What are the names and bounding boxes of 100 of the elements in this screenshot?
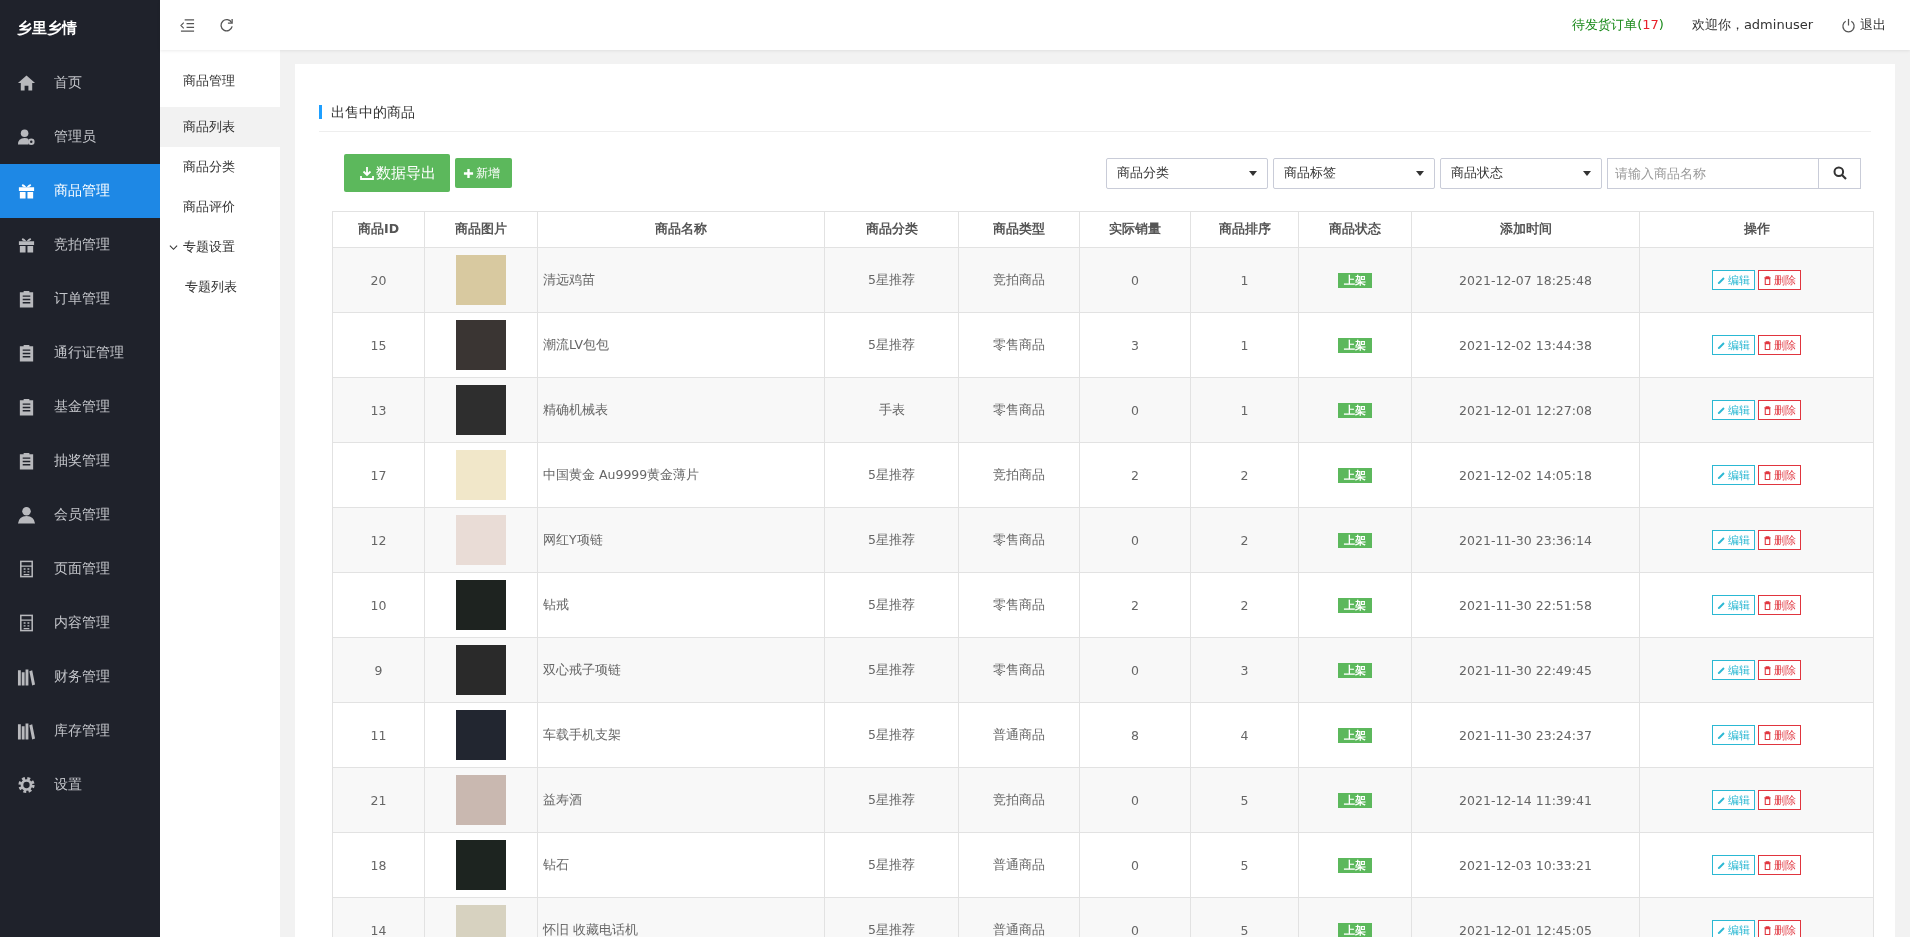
table-cell: 双心戒子项链 bbox=[537, 637, 825, 703]
column-header: 商品名称 bbox=[537, 211, 825, 248]
status-badge: 上架 bbox=[1338, 338, 1372, 353]
table-cell: 5星推荐 bbox=[824, 572, 959, 638]
table-cell: 0 bbox=[1079, 832, 1191, 898]
search-button[interactable] bbox=[1819, 157, 1861, 189]
clipboard-icon bbox=[17, 344, 36, 362]
sidebar-item[interactable]: 管理员 bbox=[0, 110, 160, 164]
photo-placeholder bbox=[456, 580, 506, 630]
column-header: 商品ID bbox=[332, 211, 425, 248]
sidebar-item[interactable]: 竞拍管理 bbox=[0, 218, 160, 272]
delete-button[interactable]: 删除 bbox=[1758, 660, 1801, 680]
sidebar-item[interactable]: 设置 bbox=[0, 758, 160, 812]
trash-icon bbox=[1763, 860, 1772, 870]
table-cell: 普通商品 bbox=[958, 832, 1080, 898]
edit-button[interactable]: 编辑 bbox=[1712, 790, 1755, 810]
table-cell: 2021-11-30 23:36:14 bbox=[1411, 507, 1640, 573]
edit-button[interactable]: 编辑 bbox=[1712, 595, 1755, 615]
filter-dropdown[interactable]: 商品标签 bbox=[1273, 157, 1435, 189]
trash-icon bbox=[1763, 405, 1772, 415]
delete-button[interactable]: 删除 bbox=[1758, 725, 1801, 745]
plus-icon bbox=[463, 167, 474, 179]
home-icon bbox=[17, 74, 36, 92]
edit-button[interactable]: 编辑 bbox=[1712, 530, 1755, 550]
sidebar-item[interactable]: 会员管理 bbox=[0, 488, 160, 542]
sidebar-item[interactable]: 商品管理 bbox=[0, 164, 160, 218]
edit-button[interactable]: 编辑 bbox=[1712, 400, 1755, 420]
sidebar-item[interactable]: 订单管理 bbox=[0, 272, 160, 326]
sidebar-item[interactable]: 页面管理 bbox=[0, 542, 160, 596]
delete-button[interactable]: 删除 bbox=[1758, 335, 1801, 355]
delete-button[interactable]: 删除 bbox=[1758, 595, 1801, 615]
sidebar-item[interactable]: 抽奖管理 bbox=[0, 434, 160, 488]
delete-button[interactable]: 删除 bbox=[1758, 465, 1801, 485]
pencil-icon bbox=[1717, 730, 1726, 740]
submenu-item[interactable]: 商品评价 bbox=[160, 187, 280, 227]
column-header: 商品类型 bbox=[958, 211, 1080, 248]
delete-button[interactable]: 删除 bbox=[1758, 920, 1801, 937]
delete-button[interactable]: 删除 bbox=[1758, 400, 1801, 420]
pencil-icon bbox=[1717, 405, 1726, 415]
table-cell: 5 bbox=[1190, 832, 1299, 898]
table-cell: 0 bbox=[1079, 507, 1191, 573]
add-button[interactable]: 新增 bbox=[455, 158, 512, 188]
delete-button[interactable]: 删除 bbox=[1758, 855, 1801, 875]
submenu-item[interactable]: 专题设置 bbox=[160, 227, 280, 267]
edit-button[interactable]: 编辑 bbox=[1712, 465, 1755, 485]
table-cell: 9 bbox=[332, 637, 425, 703]
edit-button[interactable]: 编辑 bbox=[1712, 335, 1755, 355]
sidebar-item[interactable]: 基金管理 bbox=[0, 380, 160, 434]
sidebar-item[interactable]: 通行证管理 bbox=[0, 326, 160, 380]
filter-dropdown[interactable]: 商品分类 bbox=[1106, 157, 1268, 189]
table-cell: 2021-12-01 12:45:05 bbox=[1411, 897, 1640, 937]
pencil-icon bbox=[1717, 665, 1726, 675]
status-badge: 上架 bbox=[1338, 273, 1372, 288]
pencil-icon bbox=[1717, 275, 1726, 285]
sidebar-item[interactable]: 首页 bbox=[0, 56, 160, 110]
gift-icon bbox=[17, 236, 36, 254]
delete-button[interactable]: 删除 bbox=[1758, 530, 1801, 550]
submenu-item[interactable]: 商品列表 bbox=[160, 107, 280, 147]
sidebar-item[interactable]: 内容管理 bbox=[0, 596, 160, 650]
table-cell: 2021-11-30 22:51:58 bbox=[1411, 572, 1640, 638]
photo-placeholder bbox=[456, 710, 506, 760]
table-cell: 2021-11-30 23:24:37 bbox=[1411, 702, 1640, 768]
pencil-icon bbox=[1717, 470, 1726, 480]
sidebar-item[interactable]: 财务管理 bbox=[0, 650, 160, 704]
delete-button[interactable]: 删除 bbox=[1758, 790, 1801, 810]
brand-logo-text: 乡里乡情 bbox=[16, 17, 78, 39]
pending-orders-link[interactable]: 待发货订单(17) bbox=[1572, 16, 1664, 34]
refresh-icon[interactable] bbox=[219, 17, 234, 33]
table-cell: 2 bbox=[1079, 442, 1191, 508]
logout-link[interactable]: 退出 bbox=[1841, 16, 1886, 34]
table-cell: 清远鸡苗 bbox=[537, 247, 825, 313]
collapse-menu-icon[interactable] bbox=[180, 17, 195, 33]
table-cell: 5星推荐 bbox=[824, 312, 959, 378]
books-icon bbox=[17, 722, 36, 740]
submenu-item[interactable]: 专题列表 bbox=[160, 267, 280, 307]
column-header: 商品分类 bbox=[824, 211, 959, 248]
edit-button[interactable]: 编辑 bbox=[1712, 270, 1755, 290]
edit-button[interactable]: 编辑 bbox=[1712, 660, 1755, 680]
edit-button[interactable]: 编辑 bbox=[1712, 855, 1755, 875]
pencil-icon bbox=[1717, 600, 1726, 610]
edit-button[interactable]: 编辑 bbox=[1712, 920, 1755, 937]
sidebar-item[interactable]: 库存管理 bbox=[0, 704, 160, 758]
trash-icon bbox=[1763, 925, 1772, 935]
gift-icon bbox=[17, 182, 36, 200]
table-cell: 零售商品 bbox=[958, 312, 1080, 378]
table-cell: 11 bbox=[332, 702, 425, 768]
user-gear-icon bbox=[17, 128, 36, 146]
edit-button[interactable]: 编辑 bbox=[1712, 725, 1755, 745]
table-cell: 零售商品 bbox=[958, 377, 1080, 443]
table-cell: 2 bbox=[1079, 572, 1191, 638]
submenu-item[interactable]: 商品分类 bbox=[160, 147, 280, 187]
search-field[interactable]: 请输入商品名称 bbox=[1607, 157, 1819, 189]
photo-placeholder bbox=[456, 645, 506, 695]
delete-button[interactable]: 删除 bbox=[1758, 270, 1801, 290]
clipboard-icon bbox=[17, 452, 36, 470]
table-cell: 益寿酒 bbox=[537, 767, 825, 833]
status-badge: 上架 bbox=[1338, 598, 1372, 613]
table-cell: 21 bbox=[332, 767, 425, 833]
filter-dropdown[interactable]: 商品状态 bbox=[1440, 157, 1602, 189]
export-button[interactable]: 数据导出 bbox=[344, 154, 450, 192]
